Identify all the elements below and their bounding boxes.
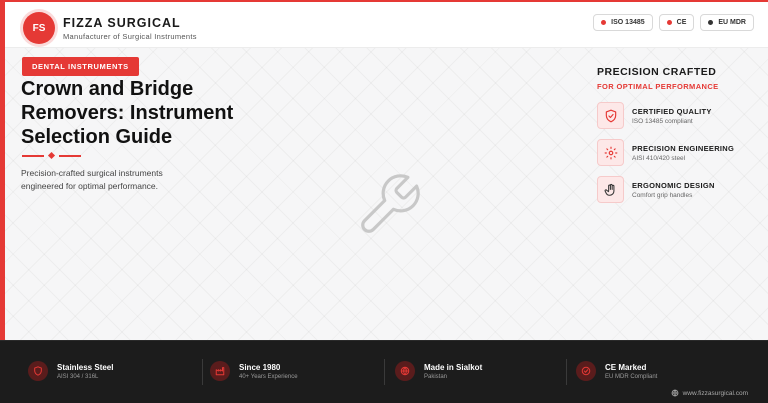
- footer-item-material: Stainless Steel AISI 304 / 316L: [28, 361, 113, 381]
- title-divider: [22, 151, 81, 160]
- footer-value: EU MDR Compliant: [605, 373, 658, 380]
- globe-icon: [395, 361, 415, 381]
- footer-divider: [566, 359, 567, 385]
- feature-title: PRECISION ENGINEERING: [632, 143, 735, 153]
- page-title: Crown and Bridge Removers: Instrument Se…: [21, 78, 234, 148]
- panel-subtitle: FOR OPTIMAL PERFORMANCE: [597, 82, 719, 91]
- header: FS FIZZA SURGICAL Manufacturer of Surgic…: [5, 2, 768, 48]
- website-link[interactable]: www.fizzasurgical.com: [671, 389, 748, 397]
- brand-tagline: Manufacturer of Surgical Instruments: [63, 32, 197, 41]
- check-circle-icon: [576, 361, 596, 381]
- footer-label: CE Marked: [605, 362, 647, 372]
- footer-value: 40+ Years Experience: [239, 373, 298, 380]
- footer-item-origin: Made in Sialkot Pakistan: [395, 361, 482, 381]
- footer: Stainless Steel AISI 304 / 316L Since 19…: [0, 340, 768, 403]
- feature-precision-engineering: PRECISION ENGINEERING AISI 410/420 steel: [597, 139, 734, 166]
- divider-line: [22, 154, 44, 157]
- status-dot-icon: [666, 20, 672, 25]
- category-badge: DENTAL INSTRUMENTS: [22, 57, 139, 76]
- footer-label: Made in Sialkot: [424, 362, 483, 372]
- globe-icon: [671, 389, 679, 397]
- feature-certified-quality: CERTIFIED QUALITY ISO 13485 compliant: [597, 102, 712, 129]
- diamond-icon: [47, 151, 56, 160]
- brand-name: FIZZA SURGICAL: [63, 16, 181, 30]
- feature-subtitle: AISI 410/420 steel: [632, 154, 686, 162]
- main-content-area: FS FIZZA SURGICAL Manufacturer of Surgic…: [0, 0, 768, 340]
- cert-badge-ce: CE: [658, 14, 695, 31]
- status-dot-icon: [601, 20, 607, 25]
- factory-icon: [210, 361, 230, 381]
- status-dot-icon: [708, 20, 714, 25]
- sun-gear-icon: [597, 139, 624, 166]
- divider-line: [59, 154, 81, 157]
- footer-value: Pakistan: [424, 373, 448, 380]
- feature-ergonomic-design: ERGONOMIC DESIGN Comfort grip handles: [597, 176, 715, 203]
- footer-item-ce: CE Marked EU MDR Compliant: [576, 361, 657, 381]
- certification-badges: ISO 13485 CE EU MDR: [593, 14, 754, 31]
- shield-icon: [28, 361, 48, 381]
- cert-label: ISO 13485: [611, 19, 645, 26]
- shield-check-icon: [597, 102, 624, 129]
- footer-divider: [202, 359, 203, 385]
- footer-label: Since 1980: [239, 362, 281, 372]
- hand-icon: [597, 176, 624, 203]
- cert-label: CE: [676, 19, 687, 26]
- footer-value: AISI 304 / 316L: [57, 373, 99, 380]
- website-url: www.fizzasurgical.com: [682, 389, 748, 397]
- footer-item-since: Since 1980 40+ Years Experience: [210, 361, 298, 381]
- panel-title: PRECISION CRAFTED: [597, 66, 717, 78]
- feature-title: CERTIFIED QUALITY: [632, 106, 712, 116]
- cert-label: EU MDR: [718, 19, 746, 26]
- cert-badge-iso: ISO 13485: [593, 14, 653, 31]
- cert-badge-eumdr: EU MDR: [700, 14, 754, 31]
- footer-label: Stainless Steel: [57, 362, 114, 372]
- feature-subtitle: ISO 13485 compliant: [632, 117, 693, 125]
- wrench-icon: [361, 174, 420, 233]
- hero-description: Precision-crafted surgical instruments e…: [21, 168, 163, 191]
- footer-divider: [384, 359, 385, 385]
- feature-title: ERGONOMIC DESIGN: [632, 180, 715, 190]
- feature-subtitle: Comfort grip handles: [632, 191, 693, 199]
- logo-badge: FS: [23, 12, 55, 44]
